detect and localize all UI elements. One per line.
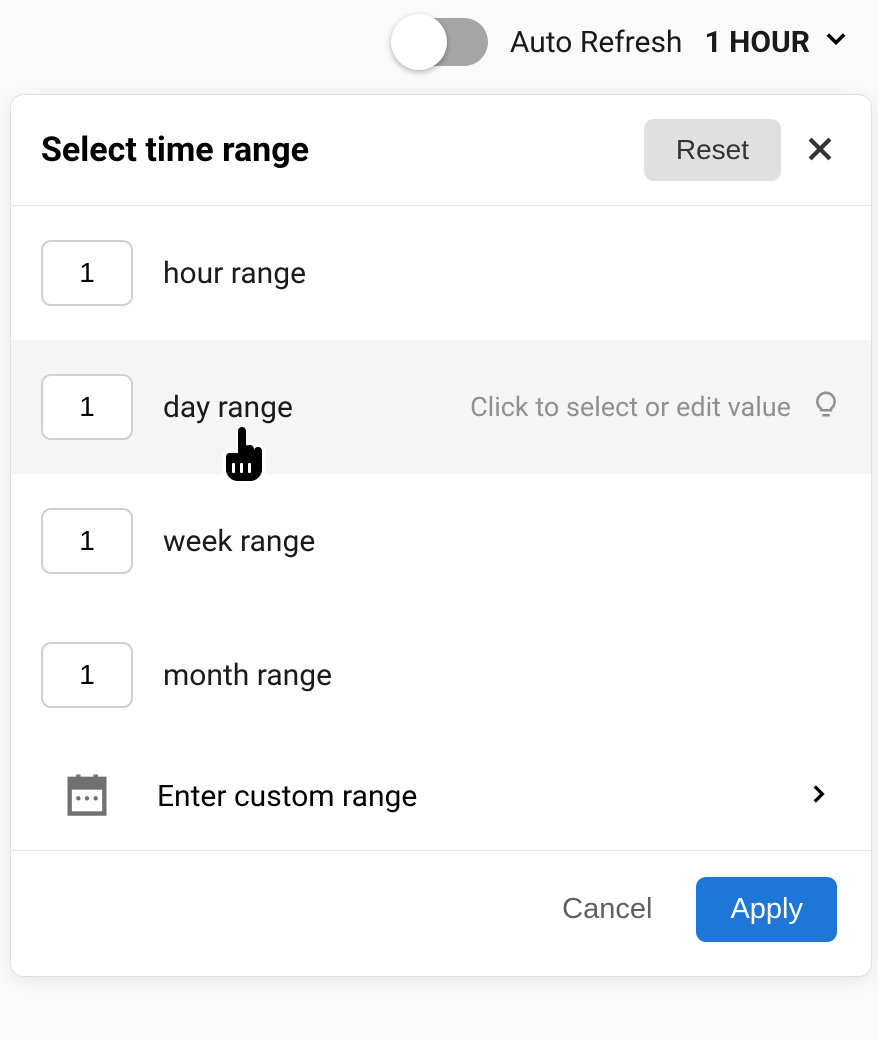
calendar-icon xyxy=(61,768,113,824)
reset-button[interactable]: Reset xyxy=(644,119,781,181)
auto-refresh-label: Auto Refresh xyxy=(510,25,683,60)
auto-refresh-toggle[interactable] xyxy=(393,18,488,66)
hint-text: Click to select or edit value xyxy=(470,391,791,423)
custom-range-label: Enter custom range xyxy=(157,779,761,814)
day-range-label: day range xyxy=(163,390,293,425)
custom-range-row[interactable]: Enter custom range xyxy=(11,742,871,850)
modal-footer: Cancel Apply xyxy=(11,850,871,976)
time-range-dropdown[interactable]: 1 HOUR xyxy=(704,24,850,60)
range-row-hour[interactable]: hour range xyxy=(11,206,871,340)
close-button[interactable] xyxy=(799,129,841,171)
chevron-right-icon xyxy=(805,781,831,811)
time-range-value: 1 HOUR xyxy=(704,25,810,60)
range-row-week[interactable]: week range xyxy=(11,474,871,608)
apply-button[interactable]: Apply xyxy=(696,877,837,942)
hour-range-label: hour range xyxy=(163,256,306,291)
close-icon xyxy=(803,132,837,169)
topbar: Auto Refresh 1 HOUR xyxy=(0,0,878,80)
cancel-button[interactable]: Cancel xyxy=(546,877,668,942)
week-range-label: week range xyxy=(163,524,315,559)
time-range-modal: Select time range Reset hour range day r… xyxy=(10,94,872,977)
month-range-label: month range xyxy=(163,658,332,693)
hover-hint: Click to select or edit value xyxy=(470,389,841,426)
hour-range-input[interactable] xyxy=(41,240,133,306)
chevron-down-icon xyxy=(822,24,850,60)
month-range-input[interactable] xyxy=(41,642,133,708)
modal-title: Select time range xyxy=(41,130,626,170)
day-range-input[interactable] xyxy=(41,374,133,440)
range-row-day[interactable]: day range Click to select or edit value xyxy=(11,340,871,474)
lightbulb-icon xyxy=(811,389,841,426)
week-range-input[interactable] xyxy=(41,508,133,574)
modal-header: Select time range Reset xyxy=(11,95,871,206)
range-row-month[interactable]: month range xyxy=(11,608,871,742)
